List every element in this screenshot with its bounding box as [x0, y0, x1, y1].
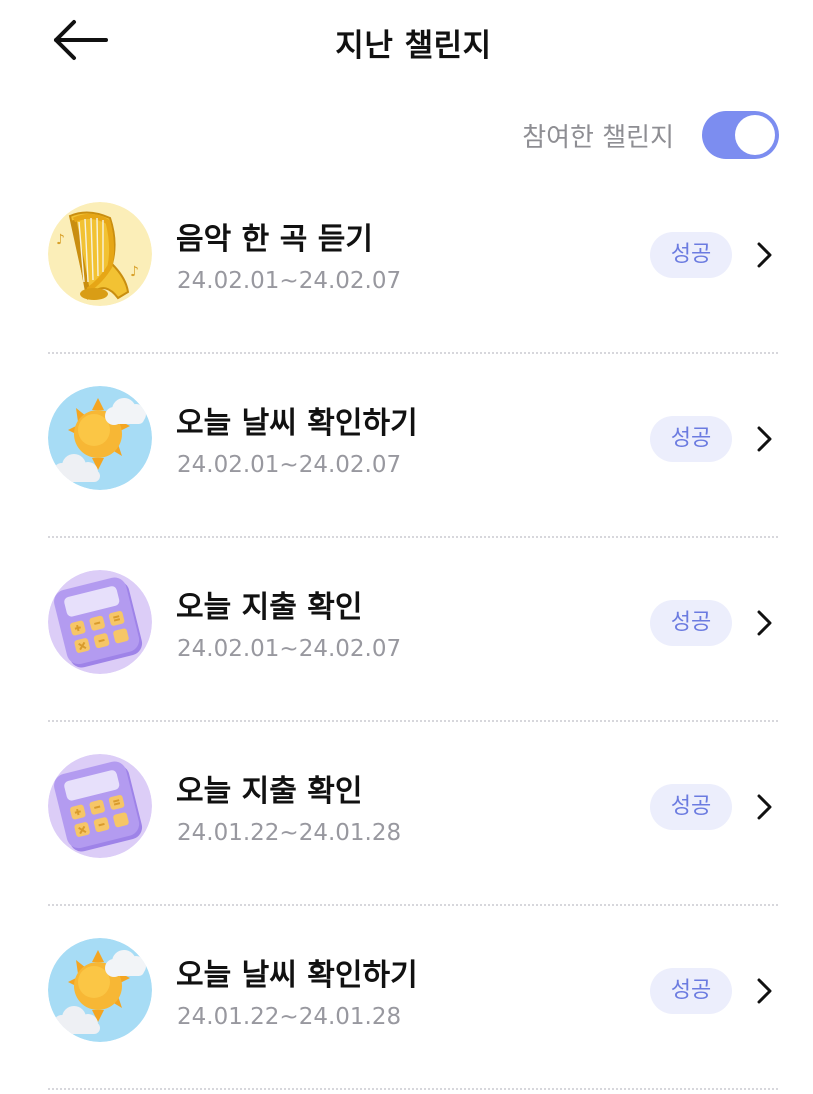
challenge-title: 오늘 지출 확인: [176, 774, 363, 809]
status-badge: 성공: [650, 784, 732, 830]
participated-filter: 참여한 챌린지: [522, 110, 779, 160]
challenge-title: 음악 한 곡 듣기: [176, 222, 373, 257]
sun-cloud-icon: [48, 938, 152, 1042]
chevron-right-icon: [757, 978, 772, 1004]
svg-text:♪: ♪: [56, 232, 65, 248]
challenge-title: 오늘 지출 확인: [176, 590, 363, 625]
sun-cloud-icon: [48, 386, 152, 490]
chevron-right-icon: [757, 426, 772, 452]
challenge-date: 24.02.01~24.02.07: [177, 636, 402, 662]
toggle-knob: [735, 115, 775, 155]
challenge-list-item[interactable]: 오늘 지출 확인 24.01.22~24.01.28 성공: [48, 722, 778, 906]
challenge-date: 24.02.01~24.02.07: [177, 452, 402, 478]
challenge-list-item[interactable]: 오늘 지출 확인 24.02.01~24.02.07 성공: [48, 538, 778, 722]
participated-toggle[interactable]: [702, 111, 779, 159]
chevron-right-icon: [757, 794, 772, 820]
chevron-right-icon: [757, 610, 772, 636]
challenge-date: 24.02.01~24.02.07: [177, 268, 402, 294]
challenge-list: ♪ ♪ 음악 한 곡 듣기 24.02.01~24.02.07 성공 오늘 날씨…: [48, 170, 778, 1090]
challenge-title: 오늘 날씨 확인하기: [176, 958, 418, 993]
challenge-date: 24.01.22~24.01.28: [177, 820, 402, 846]
challenge-date: 24.01.22~24.01.28: [177, 1004, 402, 1030]
header: 지난 챌린지: [0, 0, 813, 82]
status-badge: 성공: [650, 600, 732, 646]
calculator-icon: [48, 570, 152, 674]
participated-filter-label: 참여한 챌린지: [522, 122, 674, 153]
status-badge: 성공: [650, 232, 732, 278]
challenge-title: 오늘 날씨 확인하기: [176, 406, 418, 441]
challenge-list-item[interactable]: 오늘 날씨 확인하기 24.01.22~24.01.28 성공: [48, 906, 778, 1090]
calculator-icon: [48, 754, 152, 858]
challenge-list-item[interactable]: ♪ ♪ 음악 한 곡 듣기 24.02.01~24.02.07 성공: [48, 170, 778, 354]
chevron-right-icon: [757, 242, 772, 268]
status-badge: 성공: [650, 416, 732, 462]
harp-icon: ♪ ♪: [48, 202, 152, 306]
status-badge: 성공: [650, 968, 732, 1014]
challenge-list-item[interactable]: 오늘 날씨 확인하기 24.02.01~24.02.07 성공: [48, 354, 778, 538]
svg-text:♪: ♪: [130, 264, 139, 280]
page-title: 지난 챌린지: [335, 28, 492, 64]
